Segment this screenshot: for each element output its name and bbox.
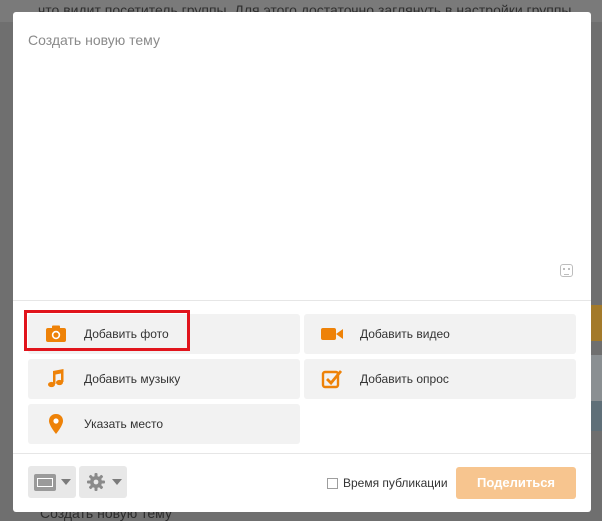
add-music-label: Добавить музыку — [84, 372, 181, 386]
add-place-label: Указать место — [84, 417, 164, 431]
add-place-button[interactable]: Указать место — [28, 404, 300, 444]
add-photo-button[interactable]: Добавить фото — [28, 314, 300, 354]
add-poll-label: Добавить опрос — [360, 372, 449, 386]
gear-icon — [87, 473, 105, 491]
footer-divider — [13, 453, 591, 454]
location-pin-icon — [49, 414, 63, 434]
video-camera-icon — [321, 328, 343, 340]
topic-text-area[interactable]: Создать новую тему — [13, 12, 591, 300]
add-video-label: Добавить видео — [360, 327, 450, 341]
layout-dropdown-button[interactable] — [28, 466, 76, 498]
poll-checkbox-icon — [321, 370, 343, 389]
camera-icon — [46, 325, 66, 342]
music-note-icon — [48, 369, 64, 388]
topic-text-placeholder: Создать новую тему — [28, 32, 160, 48]
share-button[interactable]: Поделиться — [456, 467, 576, 499]
publish-time-toggle[interactable]: Время публикации — [327, 475, 448, 491]
publish-time-label: Время публикации — [343, 476, 448, 490]
publish-time-checkbox[interactable] — [327, 477, 338, 489]
smiley-icon[interactable] — [560, 264, 573, 277]
divider — [13, 300, 591, 301]
add-photo-label: Добавить фото — [84, 327, 169, 341]
add-music-button[interactable]: Добавить музыку — [28, 359, 300, 399]
add-video-button[interactable]: Добавить видео — [304, 314, 576, 354]
chevron-down-icon — [61, 479, 71, 485]
layout-icon — [34, 474, 56, 491]
add-poll-button[interactable]: Добавить опрос — [304, 359, 576, 399]
settings-dropdown-button[interactable] — [79, 466, 127, 498]
chevron-down-icon — [112, 479, 122, 485]
create-topic-dialog: Создать новую тему Добавить фото Добавит… — [13, 12, 591, 512]
